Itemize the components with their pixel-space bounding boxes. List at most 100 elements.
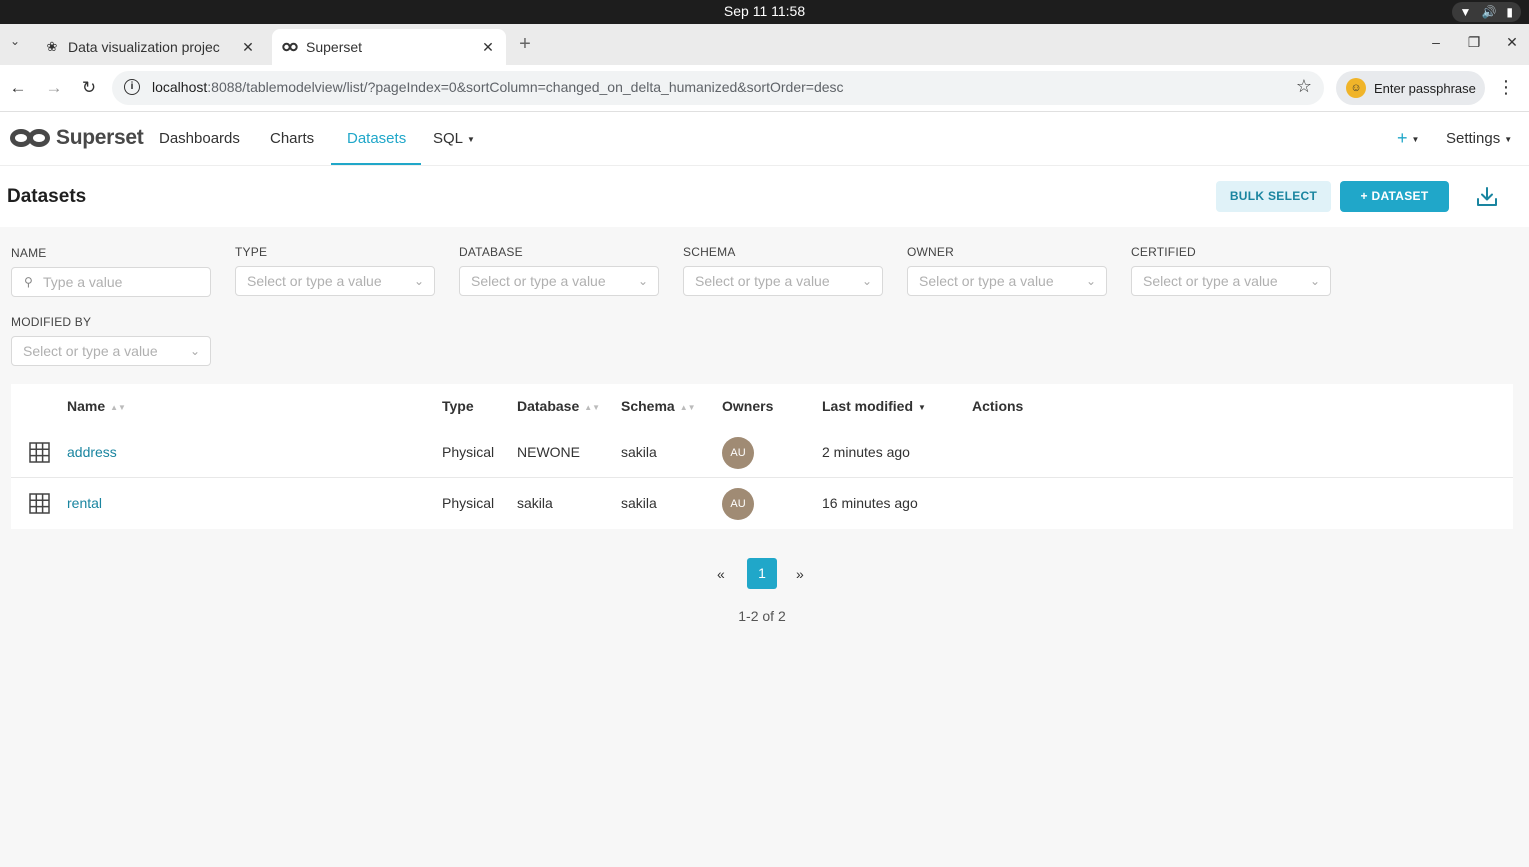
column-header-owners: Owners [722, 398, 774, 414]
logo-text: Superset [56, 126, 144, 149]
dataset-name-link[interactable]: address [67, 444, 117, 460]
chevron-down-icon: ⌄ [413, 274, 424, 288]
active-nav-indicator [331, 163, 421, 165]
sort-icon: ▲▼ [110, 402, 126, 412]
caret-down-icon: ▼ [1411, 134, 1420, 144]
column-header-database[interactable]: Database ▲▼ [517, 398, 600, 414]
nav-sql-label: SQL [433, 130, 464, 147]
owner-avatar[interactable]: AU [722, 437, 754, 469]
nav-charts[interactable]: Charts [270, 130, 314, 147]
search-icon: ⚲ [24, 275, 33, 289]
volume-icon: 🔊 [1481, 5, 1497, 19]
superset-logo-icon [10, 127, 52, 149]
chevron-down-icon: ⌄ [1309, 274, 1320, 288]
tab-title: Data visualization projec [68, 39, 220, 55]
filter-database: DATABASE Select or type a value ⌄ [459, 245, 659, 296]
browser-toolbar: ← → ↻ i localhost:8088/tablemodelview/li… [0, 65, 1529, 112]
nav-sql[interactable]: SQL ▼ [433, 130, 475, 147]
superset-icon [282, 39, 298, 55]
column-header-schema[interactable]: Schema ▲▼ [621, 398, 696, 414]
filter-placeholder: Select or type a value [919, 273, 1054, 289]
filter-name: NAME ⚲ Type a value [11, 246, 211, 297]
chevron-down-icon: ⌄ [189, 344, 200, 358]
close-tab-icon[interactable]: ✕ [480, 39, 496, 55]
filter-label: SCHEMA [683, 245, 736, 259]
filter-placeholder: Type a value [43, 274, 123, 290]
os-status-area[interactable]: ▼ 🔊 ▮ [1451, 2, 1521, 22]
name-search-input[interactable]: ⚲ Type a value [11, 267, 211, 297]
pagination-info: 1-2 of 2 [738, 608, 786, 624]
tab-list-chevron-down-icon[interactable]: ⌄ [6, 34, 24, 52]
close-window-icon[interactable]: ✕ [1505, 34, 1519, 50]
sort-icon: ▲▼ [679, 402, 696, 412]
column-header-last-modified[interactable]: Last modified ▼ [822, 398, 926, 414]
dataset-name-link[interactable]: rental [67, 495, 102, 511]
pagination-page-1[interactable]: 1 [747, 558, 777, 589]
download-icon[interactable] [1474, 184, 1500, 210]
os-clock[interactable]: Sep 11 11:58 [0, 3, 1529, 19]
profile-button[interactable]: ☺ Enter passphrase [1336, 71, 1485, 105]
modified-by-select[interactable]: Select or type a value ⌄ [11, 336, 211, 366]
wifi-icon: ▼ [1459, 5, 1472, 19]
new-item-menu[interactable]: + ▼ [1397, 128, 1419, 149]
caret-down-icon: ▼ [1504, 134, 1513, 144]
column-header-name[interactable]: Name ▲▼ [67, 398, 126, 414]
battery-icon: ▮ [1506, 5, 1513, 19]
tab-title: Superset [306, 39, 363, 55]
back-arrow-icon[interactable]: ← [6, 76, 30, 100]
forward-arrow-icon[interactable]: → [42, 76, 66, 100]
pagination-next[interactable]: » [796, 566, 804, 582]
sort-icon: ▲▼ [584, 402, 601, 412]
table-grid-icon [29, 442, 50, 463]
dataset-last-modified: 2 minutes ago [822, 444, 910, 460]
superset-logo[interactable]: Superset [10, 126, 144, 150]
url-text[interactable]: localhost:8088/tablemodelview/list/?page… [152, 79, 844, 95]
browser-tab-chatgpt[interactable]: ❀ Data visualization projec ✕ [34, 29, 266, 65]
minimize-icon[interactable]: – [1429, 34, 1443, 50]
add-dataset-button[interactable]: + DATASET [1340, 181, 1449, 212]
settings-menu[interactable]: Settings ▼ [1446, 130, 1512, 147]
restore-icon[interactable]: ❐ [1467, 34, 1481, 50]
schema-select[interactable]: Select or type a value ⌄ [683, 266, 883, 296]
url-bar[interactable]: i localhost:8088/tablemodelview/list/?pa… [112, 71, 1324, 105]
new-tab-plus-icon[interactable]: + [515, 34, 535, 54]
dataset-type: Physical [442, 495, 495, 511]
bookmark-star-icon[interactable]: ☆ [1296, 76, 1312, 97]
reload-icon[interactable]: ↻ [77, 76, 101, 100]
certified-select[interactable]: Select or type a value ⌄ [1131, 266, 1331, 296]
filter-type: TYPE Select or type a value ⌄ [235, 245, 435, 296]
filter-placeholder: Select or type a value [23, 343, 158, 359]
sort-desc-icon: ▼ [918, 402, 926, 412]
chevron-down-icon: ⌄ [1085, 274, 1096, 288]
openai-icon: ❀ [46, 39, 58, 54]
filter-placeholder: Select or type a value [695, 273, 830, 289]
type-select[interactable]: Select or type a value ⌄ [235, 266, 435, 296]
nav-datasets[interactable]: Datasets [347, 130, 406, 147]
site-info-icon[interactable]: i [124, 79, 140, 95]
bulk-select-button[interactable]: BULK SELECT [1216, 181, 1331, 212]
browser-tab-superset[interactable]: Superset ✕ [272, 29, 506, 65]
filter-placeholder: Select or type a value [1143, 273, 1278, 289]
owner-avatar[interactable]: AU [722, 488, 754, 520]
dataset-type: Physical [442, 444, 495, 460]
owner-select[interactable]: Select or type a value ⌄ [907, 266, 1107, 296]
profile-avatar-icon: ☺ [1346, 78, 1366, 98]
close-tab-icon[interactable]: ✕ [240, 39, 256, 55]
chevron-down-icon: ⌄ [861, 274, 872, 288]
column-header-type: Type [442, 398, 474, 414]
nav-dashboards[interactable]: Dashboards [159, 130, 240, 147]
pagination-prev[interactable]: « [717, 566, 725, 582]
table-row: rental Physical sakila sakila AU 16 minu… [11, 479, 1513, 529]
filter-schema: SCHEMA Select or type a value ⌄ [683, 245, 883, 296]
filter-label: OWNER [907, 245, 954, 259]
filter-certified: CERTIFIED Select or type a value ⌄ [1131, 245, 1331, 296]
filter-owner: OWNER Select or type a value ⌄ [907, 245, 1107, 296]
profile-label: Enter passphrase [1374, 80, 1476, 96]
database-select[interactable]: Select or type a value ⌄ [459, 266, 659, 296]
table-row: address Physical NEWONE sakila AU 2 minu… [11, 428, 1513, 478]
filter-placeholder: Select or type a value [471, 273, 606, 289]
browser-menu-icon[interactable]: ⋮ [1497, 77, 1515, 98]
dataset-last-modified: 16 minutes ago [822, 495, 918, 511]
filter-label: TYPE [235, 245, 268, 259]
filter-label: NAME [11, 246, 47, 260]
